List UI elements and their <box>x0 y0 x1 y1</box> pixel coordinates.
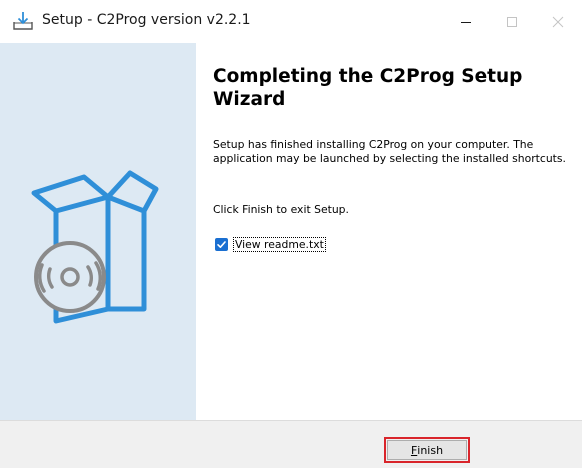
checkmark-icon <box>217 240 226 248</box>
view-readme-option[interactable]: View readme.txt <box>215 236 326 252</box>
wizard-content: Completing the C2Prog Setup Wizard Setup… <box>196 43 582 420</box>
window-title: Setup - C2Prog version v2.2.1 <box>42 12 251 28</box>
close-button[interactable] <box>535 0 581 43</box>
finish-button[interactable]: Finish <box>387 440 467 460</box>
minimize-icon <box>460 16 472 28</box>
view-readme-label[interactable]: View readme.txt <box>233 236 326 252</box>
installer-download-icon <box>12 10 34 32</box>
maximize-button[interactable] <box>489 0 535 43</box>
button-bar: Finish <box>0 420 582 468</box>
view-readme-checkbox[interactable] <box>215 237 228 251</box>
close-icon <box>552 16 564 28</box>
wizard-banner <box>0 43 196 420</box>
setup-window: Setup - C2Prog version v2.2.1 Completing… <box>0 0 582 468</box>
software-box-disc-icon <box>26 159 170 329</box>
finish-message: Setup has finished installing C2Prog on … <box>213 138 566 165</box>
minimize-button[interactable] <box>443 0 489 43</box>
maximize-icon <box>506 16 518 28</box>
exit-hint: Click Finish to exit Setup. <box>213 203 349 216</box>
page-title: Completing the C2Prog Setup Wizard <box>213 66 523 110</box>
title-bar[interactable]: Setup - C2Prog version v2.2.1 <box>0 0 582 43</box>
finish-button-label: inish <box>417 443 444 457</box>
